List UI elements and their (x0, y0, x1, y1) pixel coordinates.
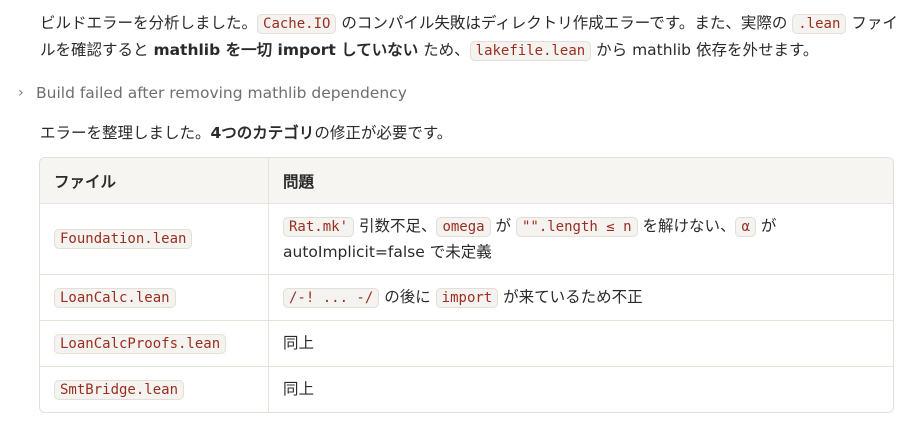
assistant-paragraph-summary: エラーを整理しました。4つのカテゴリの修正が必要です。 (40, 124, 453, 142)
errors-table: ファイル 問題 Foundation.lean Rat.mk' 引数不足、 ome… (39, 157, 894, 413)
file-name-code: Foundation.lean (54, 229, 193, 249)
table-row: SmtBridge.lean 同上 (40, 366, 893, 412)
inline-code-cache-io: Cache.IO (257, 14, 337, 34)
issue-cell: 同上 (268, 320, 893, 367)
issue-cell: /-! ... -/ の後に import が来ているため不正 (268, 274, 893, 321)
assistant-paragraph-analysis: ビルドエラーを分析しました。 Cache.IO のコンパイル失敗はディレクトリ作成… (40, 14, 898, 61)
file-name-code: SmtBridge.lean (54, 379, 185, 400)
chevron-right-icon: › (18, 85, 24, 101)
file-name-code: LoanCalc.lean (54, 287, 176, 308)
table-row: Foundation.lean Rat.mk' 引数不足、 omega が "".… (40, 203, 893, 275)
inline-code-lakefile: lakefile.lean (469, 41, 592, 61)
file-name-code: LoanCalcProofs.lean (54, 333, 227, 354)
table-row: LoanCalcProofs.lean 同上 (40, 320, 893, 367)
column-header-file: ファイル (40, 158, 269, 204)
file-cell: SmtBridge.lean (40, 366, 269, 412)
collapsed-step-toggle[interactable]: › Build failed after removing mathlib de… (18, 80, 407, 106)
file-cell: Foundation.lean (40, 203, 269, 275)
bold-four-categories: 4つのカテゴリ (210, 124, 315, 142)
file-cell: LoanCalc.lean (40, 274, 269, 321)
bold-no-mathlib-import: mathlib を一切 import していない (153, 41, 419, 59)
table-header-row: ファイル 問題 (40, 158, 893, 204)
issue-cell: 同上 (283, 380, 315, 398)
issue-cell: Rat.mk' 引数不足、 omega が "".length ≤ n を解けない… (268, 203, 893, 275)
file-cell: LoanCalcProofs.lean (40, 320, 269, 367)
table-row: LoanCalc.lean /-! ... -/ の後に import が来てい… (40, 274, 893, 321)
inline-code-lean-ext: .lean (792, 14, 847, 34)
collapsed-step-label: Build failed after removing mathlib depe… (36, 84, 407, 102)
column-header-issue: 問題 (268, 158, 893, 204)
